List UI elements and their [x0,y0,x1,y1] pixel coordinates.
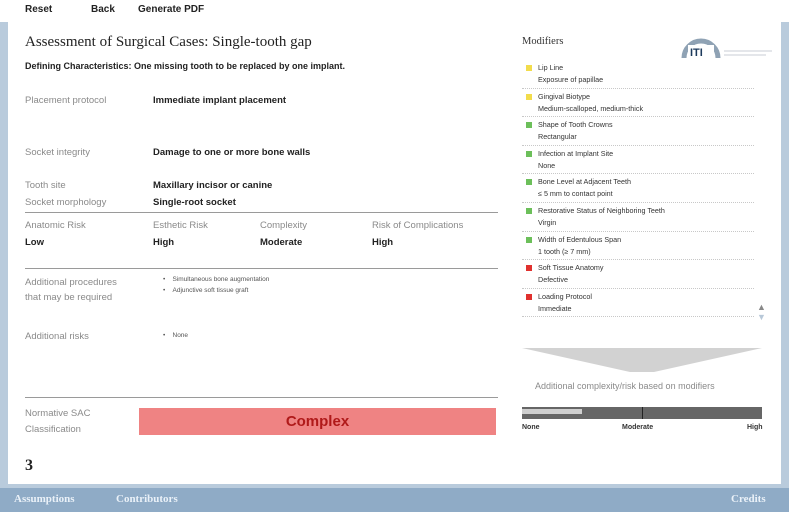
meter-label-moderate: Moderate [622,424,654,431]
modifier-indicator [526,236,532,243]
complications-risk-label: Risk of Complications [372,220,464,231]
defining-characteristics: Defining Characteristics: One missing to… [25,61,346,71]
modifier-value: None [538,160,556,170]
tooth-site-value: Maxillary incisor or canine [153,180,273,191]
additional-complexity-label: Additional complexity/risk based on modi… [535,381,715,391]
funnel-arrow-icon [522,348,762,372]
modifier-value: 1 tooth (≥ 7 mm) [538,246,591,256]
socket-integrity-label: Socket integrity [25,147,90,158]
procedure-item: Adjunctive soft tissue graft [172,287,249,294]
modifier-value: Exposure of papillae [538,75,604,84]
modifier-name: Restorative Status of Neighboring Teeth [538,205,665,215]
complexity-label: Complexity [260,220,307,231]
esthetic-risk-value: High [153,237,175,248]
scroll-down-arrow-icon[interactable]: ▼ [757,312,766,322]
modifier-value: Rectangular [538,132,577,142]
modifier-name: Bone Level at Adjacent Teeth [538,177,631,187]
back-button[interactable]: Back [91,4,115,15]
modifier-indicator [526,150,532,157]
toolbar: Reset Back Generate PDF [0,0,789,22]
assumptions-link[interactable]: Assumptions [14,493,75,505]
socket-morphology-value: Single-root socket [153,197,236,208]
normative-sac-label-line2: Classification [25,424,81,435]
additional-risks-label: Additional risks [25,331,89,342]
complications-risk-value: High [372,237,394,248]
modifier-lip-line[interactable]: Lip Line Exposure of papillae [522,60,754,89]
modifiers-title: Modifiers [522,36,564,47]
modifier-name: Shape of Tooth Crowns [538,120,613,130]
modifier-indicator [526,122,532,129]
anatomic-risk-label: Anatomic Risk [25,220,86,231]
logo-text: ITI [690,47,703,59]
modifier-value: Immediate [538,303,572,313]
meter-midpoint-marker [642,407,643,419]
contributors-link[interactable]: Contributors [116,493,178,505]
modifier-value: ≤ 5 mm to contact point [538,189,613,199]
bullet-item: • Simultaneous bone augmentation [163,276,270,283]
modifier-indicator [526,207,532,214]
modifier-name: Infection at Implant Site [538,148,614,158]
complexity-meter-fill [522,409,582,414]
scroll-up-arrow-icon[interactable]: ▲ [757,302,766,312]
modifier-indicator [526,179,532,186]
bullet-item: • None [163,332,189,339]
complexity-meter [522,407,762,419]
tooth-site-label: Tooth site [25,180,66,191]
risk-item: None [172,332,189,339]
placement-protocol-value: Immediate implant placement [153,95,287,106]
socket-morphology-label: Socket morphology [25,197,107,208]
modifiers-list: Lip Line Exposure of papillae Gingival B… [522,60,754,318]
modifier-name: Gingival Biotype [538,91,590,101]
bullet-item: • Adjunctive soft tissue graft [163,287,249,294]
page-number: 3 [25,457,33,474]
socket-integrity-value: Damage to one or more bone walls [153,147,311,158]
normative-sac-label: Normative SAC [25,408,91,419]
additional-procedures-label: Additional procedures [25,277,117,288]
modifier-restorative-status[interactable]: Restorative Status of Neighboring Teeth … [522,203,754,232]
modifier-bone-level[interactable]: Bone Level at Adjacent Teeth ≤ 5 mm to c… [522,174,754,203]
divider [25,268,498,269]
meter-label-none: None [522,424,540,431]
modifier-soft-tissue[interactable]: Soft Tissue Anatomy Defective [522,260,754,289]
iti-logo: ITI [681,38,772,59]
reset-button[interactable]: Reset [25,4,52,15]
credits-link[interactable]: Credits [731,493,766,505]
additional-procedures-label-line2: that may be required [25,292,113,303]
modifier-name: Soft Tissue Anatomy [538,263,604,273]
modifier-indicator [526,265,532,272]
modifier-gingival-biotype[interactable]: Gingival Biotype Medium-scalloped, mediu… [522,89,754,118]
modifier-value: Medium-scalloped, medium-thick [538,103,644,113]
modifier-edentulous-span[interactable]: Width of Edentulous Span 1 tooth (≥ 7 mm… [522,232,754,261]
classification-badge: Complex [139,408,496,435]
modifier-infection[interactable]: Infection at Implant Site None [522,146,754,175]
modifier-value: Defective [538,275,568,285]
generate-pdf-button[interactable]: Generate PDF [138,4,204,15]
modifier-name: Loading Protocol [538,291,592,301]
esthetic-risk-label: Esthetic Risk [153,220,208,231]
complexity-value: Moderate [260,237,303,248]
modifier-loading-protocol[interactable]: Loading Protocol Immediate [522,289,754,318]
page-title: Assessment of Surgical Cases: Single-too… [25,34,312,50]
divider [25,397,498,398]
meter-label-high: High [747,424,763,431]
modifier-indicator [526,293,532,300]
footer-bar: Assumptions Contributors Credits [0,488,789,512]
placement-protocol-label: Placement protocol [25,95,107,106]
divider [25,212,498,213]
procedure-item: Simultaneous bone augmentation [172,276,270,283]
modifier-indicator [526,65,532,71]
modifier-name: Lip Line [538,63,564,72]
modifier-indicator [526,93,532,100]
anatomic-risk-value: Low [25,237,44,248]
modifier-tooth-crown-shape[interactable]: Shape of Tooth Crowns Rectangular [522,117,754,146]
modifier-value: Virgin [538,217,557,227]
modifier-name: Width of Edentulous Span [538,234,622,244]
